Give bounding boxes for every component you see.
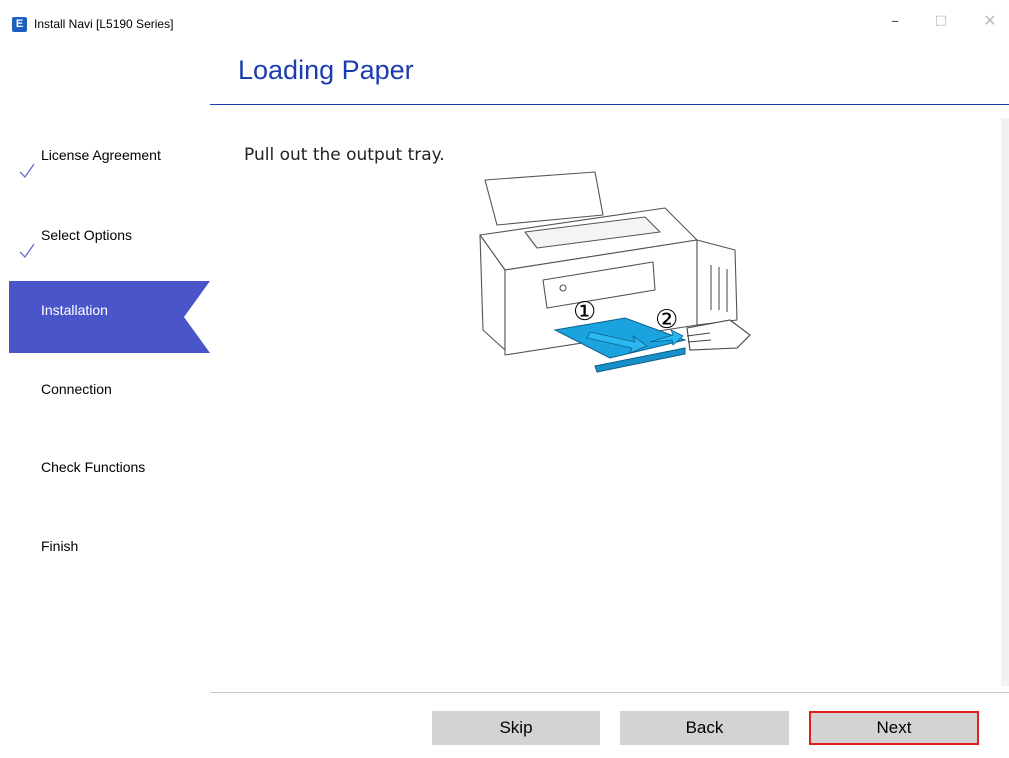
step-license-agreement: License Agreement <box>9 120 210 192</box>
feeder-panel-shape <box>484 171 604 226</box>
power-button-shape <box>559 284 567 292</box>
step-finish: Finish <box>9 518 210 590</box>
back-button[interactable]: Back <box>620 711 789 745</box>
footer-divider <box>210 692 1009 693</box>
step-label: Connection <box>41 381 112 397</box>
ink-tank-shape <box>696 239 738 326</box>
step-label: Check Functions <box>41 459 146 475</box>
title-divider <box>210 104 1009 105</box>
step-label: Select Options <box>41 227 133 243</box>
app-icon: E <box>12 17 27 32</box>
step-check-functions: Check Functions <box>9 439 210 511</box>
active-step-notch <box>184 281 210 353</box>
instruction-text: Pull out the output tray. <box>244 145 445 165</box>
step-label: License Agreement <box>41 147 161 163</box>
step-connection: Connection <box>9 360 210 432</box>
step-label: Installation <box>41 302 108 318</box>
next-button[interactable]: Next <box>809 711 979 745</box>
maximize-button[interactable]: □ <box>926 8 956 34</box>
step-installation: Installation <box>9 281 210 353</box>
step-select-options: Select Options <box>9 200 210 272</box>
page-title: Loading Paper <box>238 55 414 85</box>
checkmark-icon <box>19 243 35 258</box>
callout-number-1: ① <box>573 297 596 327</box>
skip-button[interactable]: Skip <box>432 711 600 745</box>
content-scrollbar[interactable] <box>1001 118 1009 686</box>
printer-illustration: ① ② <box>479 171 751 373</box>
callout-number-2: ② <box>655 305 678 335</box>
close-button[interactable]: ✕ <box>975 8 1005 34</box>
step-label: Finish <box>41 538 79 554</box>
title-bar: E Install Navi [L5190 Series] – □ ✕ <box>0 0 1009 40</box>
checkmark-icon <box>19 163 35 178</box>
minimize-button[interactable]: – <box>880 8 910 34</box>
window-title: Install Navi [L5190 Series] <box>34 17 174 31</box>
